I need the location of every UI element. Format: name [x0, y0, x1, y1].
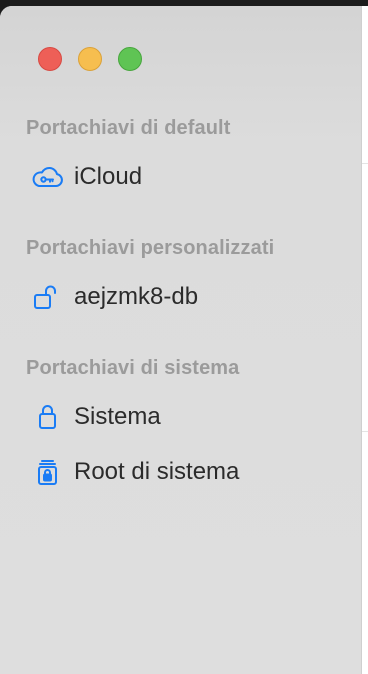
- sidebar-item-label: aejzmk8-db: [74, 283, 199, 310]
- section-title-system: Portachiavi di sistema: [26, 357, 240, 379]
- section-title-custom: Portachiavi personalizzati: [26, 237, 275, 259]
- sidebar-item-label: Root di sistema: [74, 458, 240, 485]
- minimize-button[interactable]: [78, 47, 102, 71]
- sidebar-item-label: Sistema: [74, 403, 161, 430]
- sidebar-item-icloud[interactable]: iCloud: [26, 157, 346, 197]
- system-roots-icon: [26, 452, 74, 492]
- sidebar-item-sistema[interactable]: Sistema: [26, 397, 346, 437]
- icloud-key-icon: [26, 157, 74, 197]
- unlocked-padlock-icon: [26, 277, 74, 317]
- divider: [362, 431, 368, 432]
- locked-padlock-icon: [26, 397, 74, 437]
- sidebar-item-aejzmk8-db[interactable]: aejzmk8-db: [26, 277, 346, 317]
- zoom-button[interactable]: [118, 47, 142, 71]
- divider: [362, 163, 368, 164]
- sidebar: Portachiavi di default iCloud Portachiav…: [0, 6, 362, 674]
- close-button[interactable]: [38, 47, 62, 71]
- section-title-default: Portachiavi di default: [26, 117, 231, 139]
- sidebar-item-label: iCloud: [74, 163, 143, 190]
- keychain-window: Portachiavi di default iCloud Portachiav…: [0, 6, 368, 674]
- window-controls: [38, 47, 142, 71]
- content-pane-edge: [362, 6, 368, 674]
- sidebar-item-root-di-sistema[interactable]: Root di sistema: [26, 452, 346, 492]
